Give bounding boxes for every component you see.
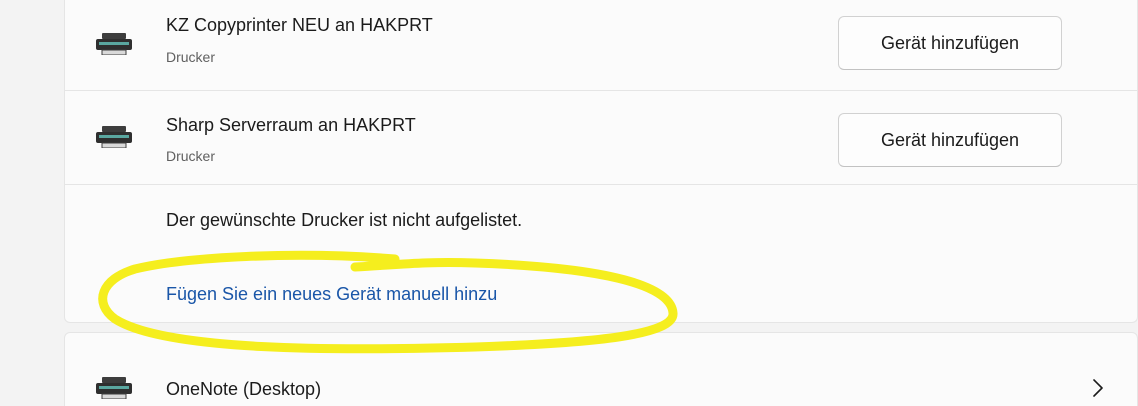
printer-type: Drucker <box>166 49 216 65</box>
onenote-printer-card[interactable]: OneNote (Desktop) <box>64 332 1138 406</box>
add-device-manually-link[interactable]: Fügen Sie ein neues Gerät manuell hinzu <box>166 282 497 306</box>
printer-row-sharp-serverraum[interactable]: Sharp Serverraum an HAKPRT Drucker Gerät… <box>65 91 1137 184</box>
printer-icon <box>96 126 132 148</box>
printer-type: Drucker <box>166 148 216 164</box>
row-divider <box>65 184 1137 185</box>
printer-icon <box>96 33 132 55</box>
printer-name: KZ Copyprinter NEU an HAKPRT <box>166 15 433 35</box>
printer-not-listed-text: Der gewünschte Drucker ist nicht aufgeli… <box>166 210 523 230</box>
add-device-button[interactable]: Gerät hinzufügen <box>838 113 1062 167</box>
printer-icon <box>96 377 132 399</box>
printer-list-card: KZ Copyprinter NEU an HAKPRT Drucker Ger… <box>64 0 1138 323</box>
printer-name: Sharp Serverraum an HAKPRT <box>166 115 416 135</box>
settings-page: KZ Copyprinter NEU an HAKPRT Drucker Ger… <box>0 0 1138 406</box>
chevron-right-icon[interactable] <box>1090 377 1106 399</box>
add-device-button[interactable]: Gerät hinzufügen <box>838 16 1062 70</box>
printer-row-kz-copyprinter[interactable]: KZ Copyprinter NEU an HAKPRT Drucker Ger… <box>65 0 1137 90</box>
onenote-printer-name: OneNote (Desktop) <box>166 379 322 399</box>
